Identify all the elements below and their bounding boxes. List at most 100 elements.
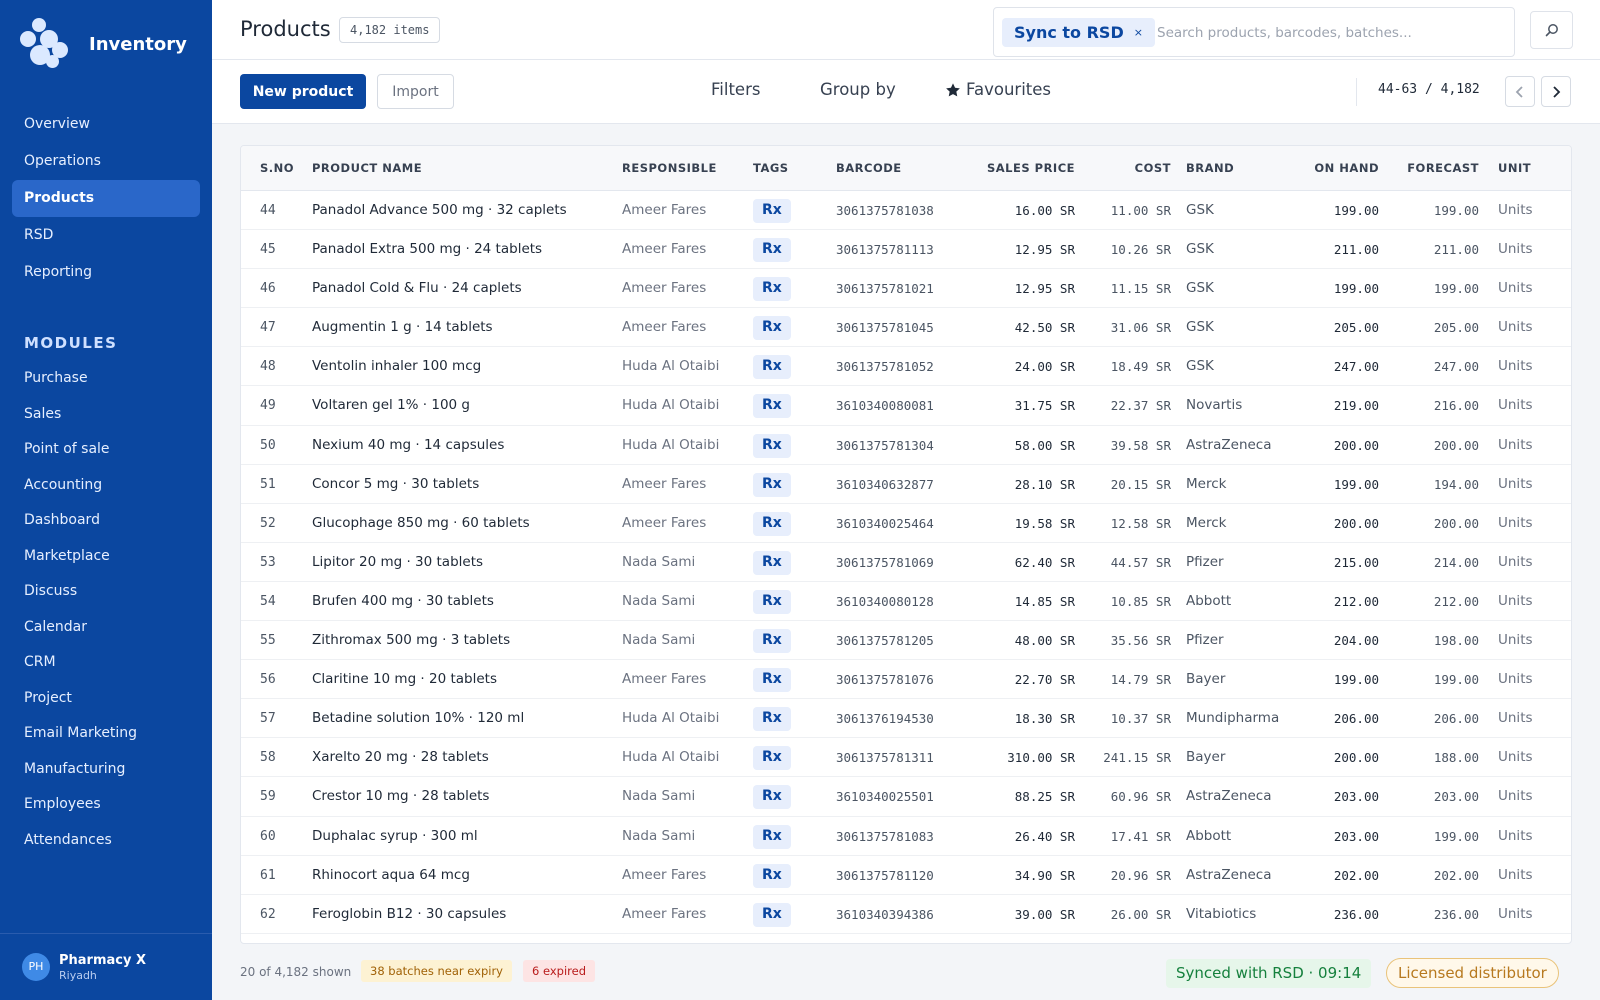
- sidebar-item-rsd[interactable]: RSD: [12, 217, 200, 254]
- col-cost[interactable]: COST: [1135, 161, 1171, 175]
- module-item-sales[interactable]: Sales: [12, 397, 200, 433]
- brand[interactable]: Inventory: [20, 18, 187, 70]
- row-product-name[interactable]: Panadol Cold & Flu · 24 caplets: [312, 269, 522, 308]
- table-row[interactable]: 46 Panadol Cold & Flu · 24 caplets Ameer F…: [241, 269, 1571, 309]
- col-sno[interactable]: S.NO: [260, 161, 294, 175]
- module-item-point-of-sale[interactable]: Point of sale: [12, 432, 200, 468]
- search-input[interactable]: [1157, 20, 1502, 46]
- table-row[interactable]: 44 Panadol Advance 500 mg · 32 caplets Ame…: [241, 191, 1571, 231]
- row-tag-badge[interactable]: Rx: [753, 746, 791, 771]
- col-sales-price[interactable]: SALES PRICE: [987, 161, 1075, 175]
- row-product-name[interactable]: Crestor 10 mg · 28 tablets: [312, 777, 489, 816]
- col-responsible[interactable]: RESPONSIBLE: [622, 161, 717, 175]
- row-product-name[interactable]: Zithromax 500 mg · 3 tablets: [312, 621, 510, 660]
- table-row[interactable]: 52 Glucophage 850 mg · 60 tablets Ameer Fa…: [241, 504, 1571, 543]
- user-profile[interactable]: PH Pharmacy X Riyadh: [0, 933, 212, 1000]
- filters-button[interactable]: Filters: [711, 80, 760, 99]
- table-row[interactable]: 51 Concor 5 mg · 30 tablets Ameer Fares Rx 3…: [241, 465, 1571, 504]
- next-page-button[interactable]: [1541, 76, 1571, 107]
- col-tags[interactable]: TAGS: [753, 161, 789, 175]
- table-row[interactable]: 48 Ventolin inhaler 100 mcg Huda Al Otaibi…: [241, 347, 1571, 387]
- chip-close-icon[interactable]: ×: [1134, 26, 1143, 39]
- module-item-project[interactable]: Project: [12, 681, 200, 717]
- table-row[interactable]: 62 Feroglobin B12 · 30 capsules Ameer Fare…: [241, 895, 1571, 934]
- row-product-name[interactable]: Panadol Advance 500 mg · 32 caplets: [312, 191, 567, 230]
- module-item-attendances[interactable]: Attendances: [12, 823, 200, 859]
- row-tag-badge[interactable]: Rx: [753, 472, 791, 497]
- col-product-name[interactable]: PRODUCT NAME: [312, 161, 422, 175]
- table-row[interactable]: 60 Duphalac syrup · 300 ml Nada Sami Rx 3061…: [241, 817, 1571, 856]
- row-tag-badge[interactable]: Rx: [753, 824, 791, 849]
- row-product-name[interactable]: Duphalac syrup · 300 ml: [312, 817, 478, 856]
- table-row[interactable]: 58 Xarelto 20 mg · 28 tablets Huda Al Otai…: [241, 738, 1571, 778]
- row-tag-badge[interactable]: Rx: [753, 902, 791, 927]
- row-product-name[interactable]: Xarelto 20 mg · 28 tablets: [312, 738, 489, 777]
- table-row[interactable]: 56 Claritine 10 mg · 20 tablets Ameer Fare…: [241, 660, 1571, 700]
- module-item-marketplace[interactable]: Marketplace: [12, 539, 200, 575]
- sidebar-item-operations[interactable]: Operations: [12, 143, 200, 180]
- table-row[interactable]: 47 Augmentin 1 g · 14 tablets Ameer Fares R…: [241, 308, 1571, 348]
- import-button[interactable]: Import: [377, 74, 454, 109]
- row-tag-badge[interactable]: Rx: [753, 589, 791, 614]
- near-expiry-badge[interactable]: 38 batches near expiry: [361, 960, 512, 982]
- row-product-name[interactable]: Brufen 400 mg · 30 tablets: [312, 582, 494, 621]
- row-tag-badge[interactable]: Rx: [753, 707, 791, 732]
- row-product-name[interactable]: Ventolin inhaler 100 mcg: [312, 347, 481, 386]
- row-tag-badge[interactable]: Rx: [753, 785, 791, 810]
- new-product-button[interactable]: New product: [240, 74, 366, 109]
- col-on-hand[interactable]: ON HAND: [1314, 161, 1379, 175]
- row-product-name[interactable]: Augmentin 1 g · 14 tablets: [312, 308, 493, 347]
- table-row[interactable]: 45 Panadol Extra 500 mg · 24 tablets Ameer…: [241, 230, 1571, 270]
- table-row[interactable]: 55 Zithromax 500 mg · 3 tablets Nada Sami R…: [241, 621, 1571, 661]
- sidebar-item-overview[interactable]: Overview: [12, 106, 200, 143]
- search-button[interactable]: [1530, 11, 1573, 49]
- row-tag-badge[interactable]: Rx: [753, 199, 791, 223]
- row-product-name[interactable]: Rhinocort aqua 64 mcg: [312, 856, 470, 895]
- group-by-button[interactable]: Group by: [820, 80, 896, 99]
- prev-page-button[interactable]: [1505, 76, 1535, 107]
- row-tag-badge[interactable]: Rx: [753, 355, 791, 380]
- col-unit[interactable]: UNIT: [1498, 161, 1531, 175]
- col-brand[interactable]: BRAND: [1186, 161, 1234, 175]
- row-tag-badge[interactable]: Rx: [753, 863, 791, 888]
- module-item-employees[interactable]: Employees: [12, 787, 200, 823]
- table-row[interactable]: 59 Crestor 10 mg · 28 tablets Nada Sami Rx 3…: [241, 777, 1571, 817]
- module-item-purchase[interactable]: Purchase: [12, 361, 200, 397]
- table-row[interactable]: 53 Lipitor 20 mg · 30 tablets Nada Sami Rx 3…: [241, 543, 1571, 582]
- col-forecast[interactable]: FORECAST: [1407, 161, 1479, 175]
- row-tag-badge[interactable]: Rx: [753, 550, 791, 575]
- table-row[interactable]: 50 Nexium 40 mg · 14 capsules Huda Al Otai…: [241, 426, 1571, 465]
- row-product-name[interactable]: Betadine solution 10% · 120 ml: [312, 699, 524, 738]
- row-tag-badge[interactable]: Rx: [753, 629, 791, 654]
- table-row[interactable]: 49 Voltaren gel 1% · 100 g Huda Al Otaibi R…: [241, 386, 1571, 426]
- row-product-name[interactable]: Panadol Extra 500 mg · 24 tablets: [312, 230, 542, 269]
- module-item-manufacturing[interactable]: Manufacturing: [12, 752, 200, 788]
- module-item-calendar[interactable]: Calendar: [12, 610, 200, 646]
- row-product-name[interactable]: Voltaren gel 1% · 100 g: [312, 386, 470, 425]
- row-tag-badge[interactable]: Rx: [753, 394, 791, 419]
- row-tag-badge[interactable]: Rx: [753, 511, 791, 536]
- table-row[interactable]: 54 Brufen 400 mg · 30 tablets Nada Sami Rx 3…: [241, 582, 1571, 622]
- module-item-accounting[interactable]: Accounting: [12, 468, 200, 504]
- module-item-discuss[interactable]: Discuss: [12, 574, 200, 610]
- sidebar-item-products[interactable]: Products: [12, 180, 200, 217]
- sidebar-item-reporting[interactable]: Reporting: [12, 254, 200, 291]
- favourites-button[interactable]: Favourites: [945, 80, 1051, 99]
- search-filter-chip[interactable]: Sync to RSD ×: [1002, 18, 1155, 47]
- row-tag-badge[interactable]: Rx: [753, 316, 791, 341]
- row-product-name[interactable]: Lipitor 20 mg · 30 tablets: [312, 543, 483, 582]
- expired-badge[interactable]: 6 expired: [523, 960, 595, 982]
- row-product-name[interactable]: Claritine 10 mg · 20 tablets: [312, 660, 497, 699]
- module-item-email-marketing[interactable]: Email Marketing: [12, 716, 200, 752]
- row-product-name[interactable]: Concor 5 mg · 30 tablets: [312, 465, 479, 504]
- row-tag-badge[interactable]: Rx: [753, 238, 791, 263]
- row-tag-badge[interactable]: Rx: [753, 668, 791, 693]
- module-item-dashboard[interactable]: Dashboard: [12, 503, 200, 539]
- table-row[interactable]: 57 Betadine solution 10% · 120 ml Huda Al …: [241, 699, 1571, 739]
- col-barcode[interactable]: BARCODE: [836, 161, 902, 175]
- module-item-crm[interactable]: CRM: [12, 645, 200, 681]
- row-tag-badge[interactable]: Rx: [753, 433, 791, 458]
- row-product-name[interactable]: Glucophage 850 mg · 60 tablets: [312, 504, 530, 543]
- row-product-name[interactable]: Feroglobin B12 · 30 capsules: [312, 895, 506, 934]
- row-product-name[interactable]: Nexium 40 mg · 14 capsules: [312, 426, 504, 465]
